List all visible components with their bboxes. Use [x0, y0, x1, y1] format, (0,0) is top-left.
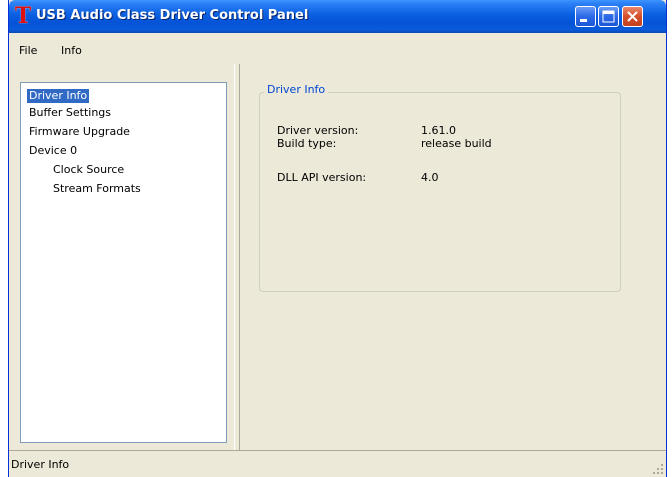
app-t-icon[interactable]: T — [14, 5, 32, 27]
close-icon — [627, 11, 638, 22]
build-type-value: release build — [421, 137, 492, 150]
menu-info[interactable]: Info — [61, 44, 82, 58]
close-button[interactable] — [622, 6, 643, 27]
tree-item-buffer-settings[interactable]: Buffer Settings — [27, 106, 113, 120]
main-content: Driver Info Buffer Settings Firmware Upg… — [9, 64, 666, 450]
tree-item-stream-formats[interactable]: Stream Formats — [51, 182, 143, 196]
maximize-icon — [602, 10, 615, 23]
status-text: Driver Info — [11, 458, 70, 471]
screen: T USB Audio Class Driver Control Panel F… — [0, 0, 672, 477]
tree-item-device-0[interactable]: Device 0 — [27, 144, 79, 158]
dll-api-version-value: 4.0 — [421, 171, 439, 184]
minimize-icon — [580, 19, 587, 22]
app-window: T USB Audio Class Driver Control Panel F… — [8, 0, 667, 477]
navigation-tree[interactable]: Driver Info Buffer Settings Firmware Upg… — [20, 82, 227, 443]
menu-file[interactable]: File — [19, 44, 37, 58]
build-type-label: Build type: — [277, 137, 337, 150]
resize-grip-icon[interactable] — [652, 463, 664, 475]
tree-item-driver-info[interactable]: Driver Info — [27, 89, 90, 103]
panel-splitter[interactable] — [234, 64, 240, 450]
group-title: Driver Info — [264, 83, 329, 97]
title-bar[interactable]: T USB Audio Class Driver Control Panel — [9, 0, 666, 33]
tree-item-firmware-upgrade[interactable]: Firmware Upgrade — [27, 125, 132, 139]
dll-api-version-label: DLL API version: — [277, 171, 367, 184]
window-title: USB Audio Class Driver Control Panel — [36, 8, 309, 23]
tree-item-clock-source[interactable]: Clock Source — [51, 163, 126, 177]
minimize-button[interactable] — [575, 6, 596, 27]
menu-bar: File Info — [9, 40, 666, 63]
maximize-button[interactable] — [598, 6, 619, 27]
driver-version-label: Driver version: — [277, 124, 359, 137]
driver-info-group — [259, 92, 621, 292]
status-bar: Driver Info — [9, 450, 666, 477]
driver-version-value: 1.61.0 — [421, 124, 456, 137]
